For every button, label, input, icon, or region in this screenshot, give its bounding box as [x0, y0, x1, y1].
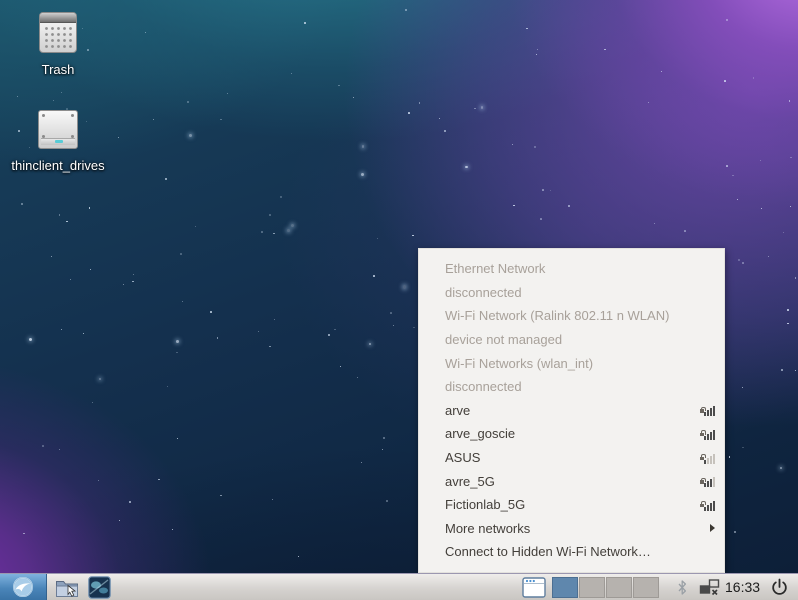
wifi-ssid-label: avre_5G — [445, 474, 495, 489]
more-networks-label: More networks — [445, 521, 530, 536]
network-status-list: Ethernet NetworkdisconnectedWi-Fi Networ… — [419, 257, 724, 399]
wifi-signal-icon — [700, 428, 715, 440]
desktop-screen: Trash thinclient_drives Ethernet Network… — [0, 0, 798, 600]
thinclient-drives-label: thinclient_drives — [6, 158, 110, 174]
start-menu-button[interactable] — [0, 574, 47, 600]
submenu-arrow-icon — [710, 524, 715, 532]
folder-icon — [55, 578, 79, 598]
wifi-network-item-arve_goscie[interactable]: arve_goscie — [419, 422, 724, 446]
drive-icon — [38, 110, 78, 149]
network-menu: Ethernet NetworkdisconnectedWi-Fi Networ… — [418, 248, 725, 573]
wifi-ssid-label: arve — [445, 403, 470, 418]
wifi-ssid-label: arve_goscie — [445, 426, 515, 441]
network-status-item-0: Ethernet Network — [419, 257, 724, 281]
trash-icon-label: Trash — [6, 62, 110, 78]
wifi-signal-icon — [700, 475, 715, 487]
wifi-signal-icon — [700, 452, 715, 464]
taskbar-window-button[interactable] — [520, 576, 547, 599]
network-status-item-3: device not managed — [419, 328, 724, 352]
workspace-pager — [552, 577, 660, 598]
network-offline-icon[interactable] — [699, 579, 721, 596]
desktop-icon-glyph — [88, 576, 111, 599]
taskbar: 16:33 — [0, 573, 798, 600]
network-status-item-1: disconnected — [419, 281, 724, 305]
wifi-signal-icon — [700, 404, 715, 416]
wifi-signal-icon — [700, 499, 715, 511]
network-status-item-2: Wi-Fi Network (Ralink 802.11 n WLAN) — [419, 304, 724, 328]
wifi-network-item-ASUS[interactable]: ASUS — [419, 446, 724, 470]
taskbar-clock[interactable]: 16:33 — [725, 574, 760, 600]
desktop-icon-trash[interactable]: Trash — [6, 12, 110, 78]
workspace-cell-2[interactable] — [579, 577, 605, 598]
lubuntu-logo-icon — [12, 576, 34, 598]
power-button[interactable] — [770, 578, 789, 597]
window-icon — [522, 577, 546, 598]
menu-item-connect-hidden-network[interactable]: Connect to Hidden Wi-Fi Network… — [419, 540, 724, 564]
trash-icon — [39, 12, 77, 53]
wifi-network-item-avre_5G[interactable]: avre_5G — [419, 469, 724, 493]
desktop-icon-thinclient-drives[interactable]: thinclient_drives — [6, 110, 110, 174]
wifi-network-item-arve[interactable]: arve — [419, 399, 724, 423]
bluetooth-icon[interactable] — [676, 579, 688, 596]
network-status-item-5: disconnected — [419, 375, 724, 399]
connect-hidden-label: Connect to Hidden Wi-Fi Network… — [445, 544, 651, 559]
wifi-ssid-label: ASUS — [445, 450, 480, 465]
menu-item-more-networks[interactable]: More networks — [419, 517, 724, 541]
file-manager-launcher[interactable] — [55, 576, 79, 599]
wifi-network-item-Fictionlab_5G[interactable]: Fictionlab_5G — [419, 493, 724, 517]
wifi-ssid-label: Fictionlab_5G — [445, 497, 525, 512]
network-status-item-4: Wi-Fi Networks (wlan_int) — [419, 351, 724, 375]
wifi-network-list: arve arve_goscie ASUS avre_5G Fictionlab_5G — [419, 399, 724, 517]
workspace-cell-4[interactable] — [633, 577, 659, 598]
desktop-launcher[interactable] — [87, 576, 111, 599]
workspace-cell-1[interactable] — [552, 577, 578, 598]
workspace-cell-3[interactable] — [606, 577, 632, 598]
